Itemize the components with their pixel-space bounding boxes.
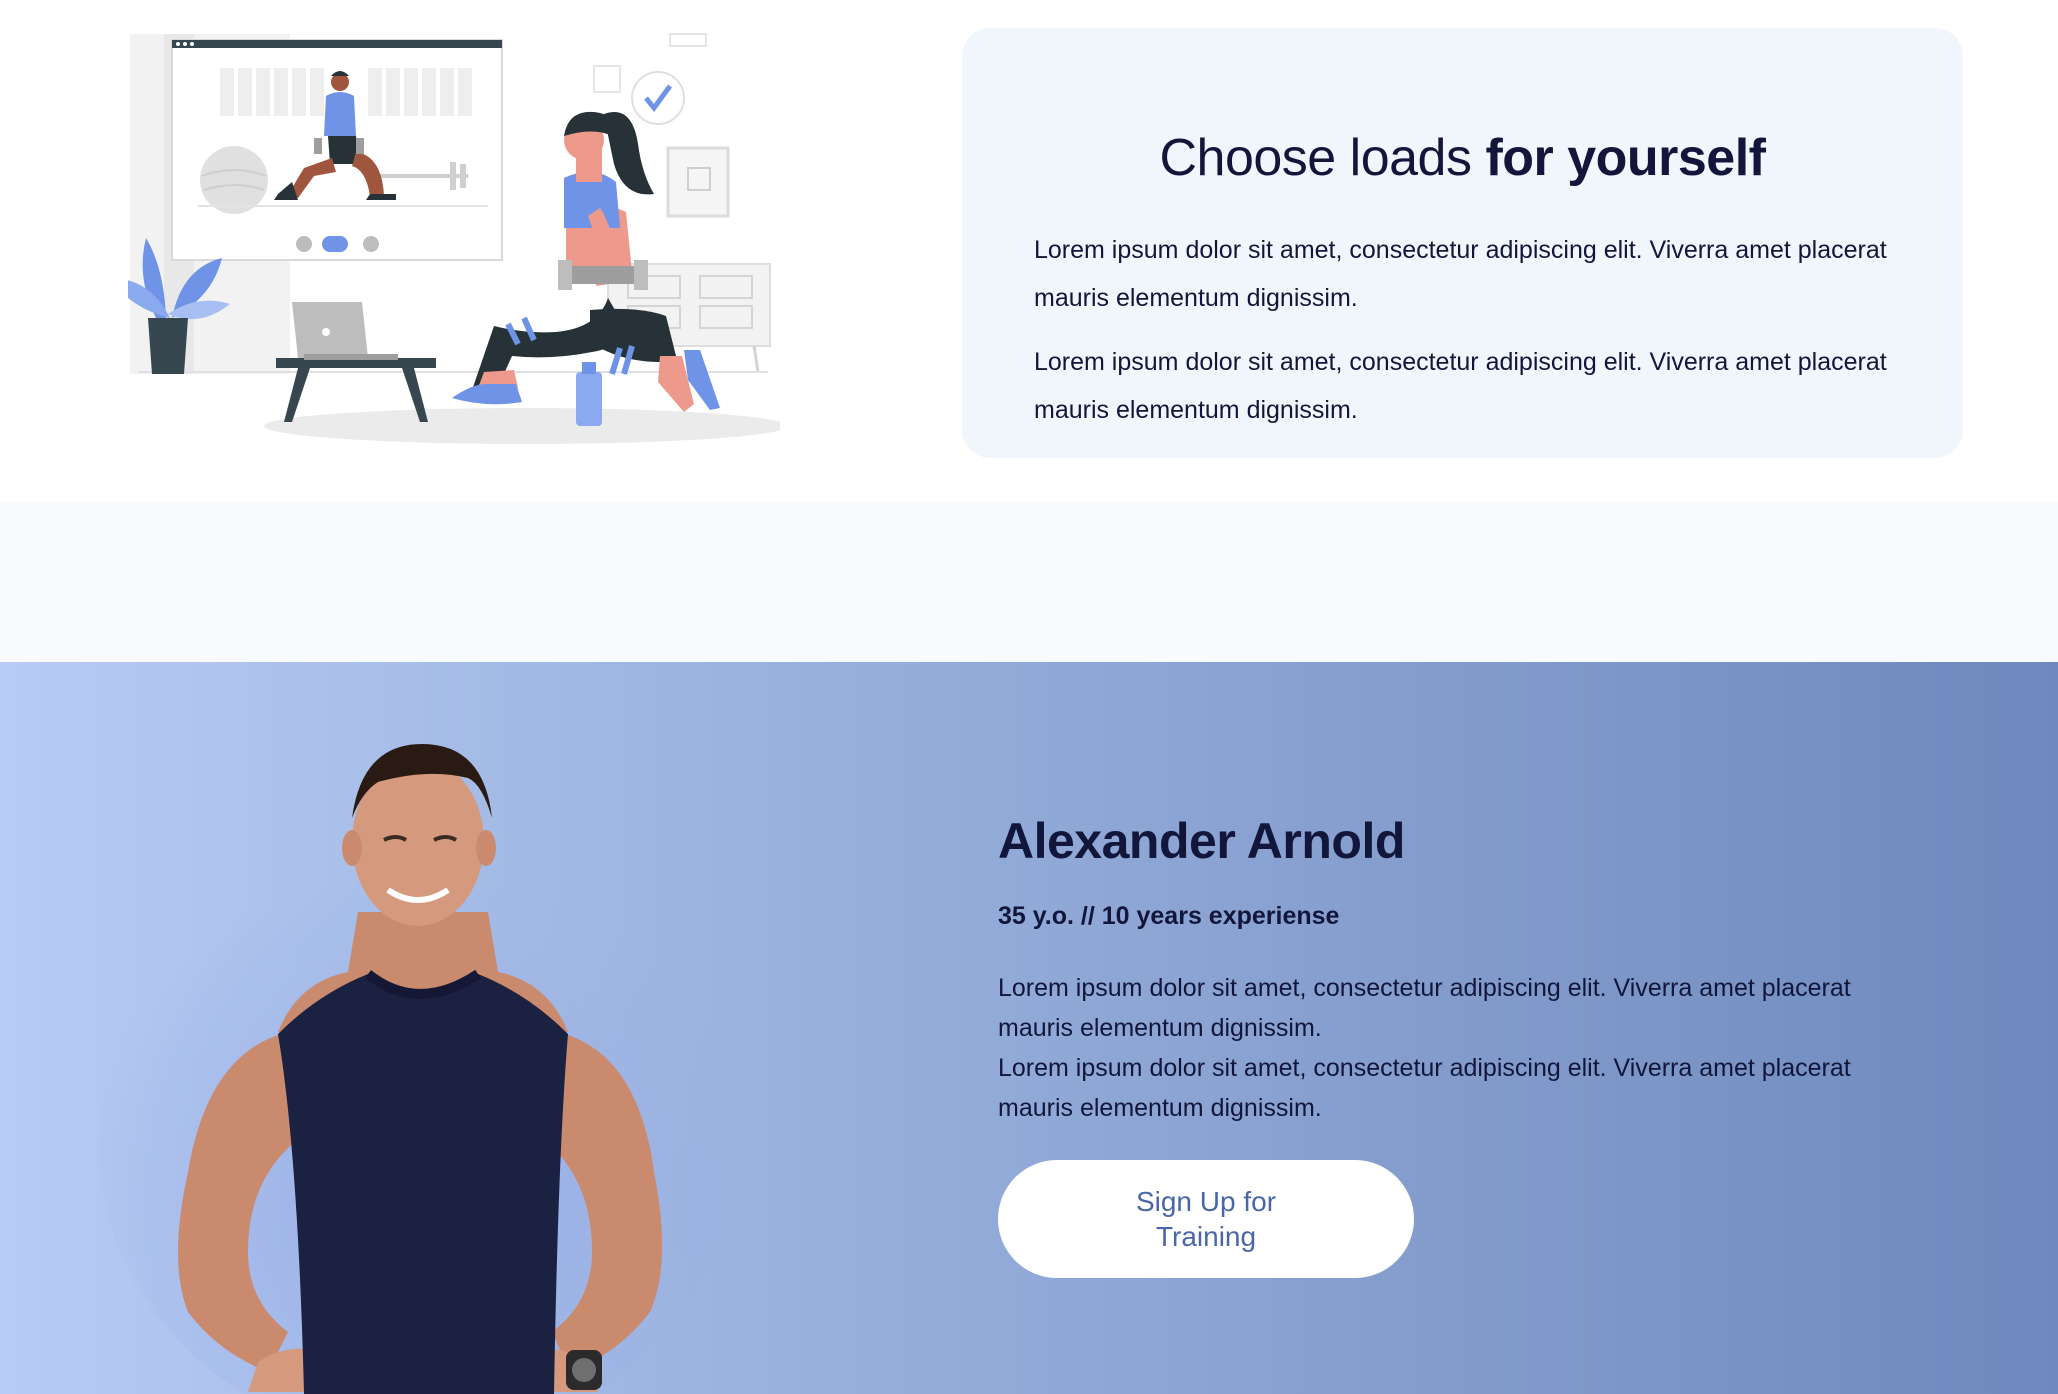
trainer-bio-line: Lorem ipsum dolor sit amet, consectetur … bbox=[998, 974, 1851, 1042]
sign-up-training-button[interactable]: Sign Up for Training bbox=[998, 1160, 1414, 1278]
title-regular: Choose loads bbox=[1159, 129, 1486, 187]
trainer-bio-line: Lorem ipsum dolor sit amet, consectetur … bbox=[998, 1054, 1851, 1122]
home-workout-illustration bbox=[128, 33, 780, 444]
trainer-photo bbox=[98, 744, 738, 1394]
trainer-meta: 35 y.o. // 10 years experiense bbox=[998, 902, 1340, 930]
trainer-bio: Lorem ipsum dolor sit amet, consectetur … bbox=[998, 968, 1858, 1128]
feature-section: Choose loads for yourself Lorem ipsum do… bbox=[0, 0, 2058, 502]
trainer-section: Alexander Arnold 35 y.o. // 10 years exp… bbox=[0, 662, 2058, 1394]
feature-card-paragraph: Lorem ipsum dolor sit amet, consectetur … bbox=[1034, 236, 1887, 312]
feature-card: Choose loads for yourself Lorem ipsum do… bbox=[962, 28, 1963, 458]
trainer-name: Alexander Arnold bbox=[998, 813, 1405, 869]
feature-card-title: Choose loads for yourself bbox=[962, 128, 1963, 188]
sign-up-training-label: Sign Up for Training bbox=[1135, 1186, 1277, 1252]
feature-card-paragraph: Lorem ipsum dolor sit amet, consectetur … bbox=[1034, 348, 1887, 424]
section-divider bbox=[0, 502, 2058, 662]
title-bold: for yourself bbox=[1485, 129, 1766, 187]
